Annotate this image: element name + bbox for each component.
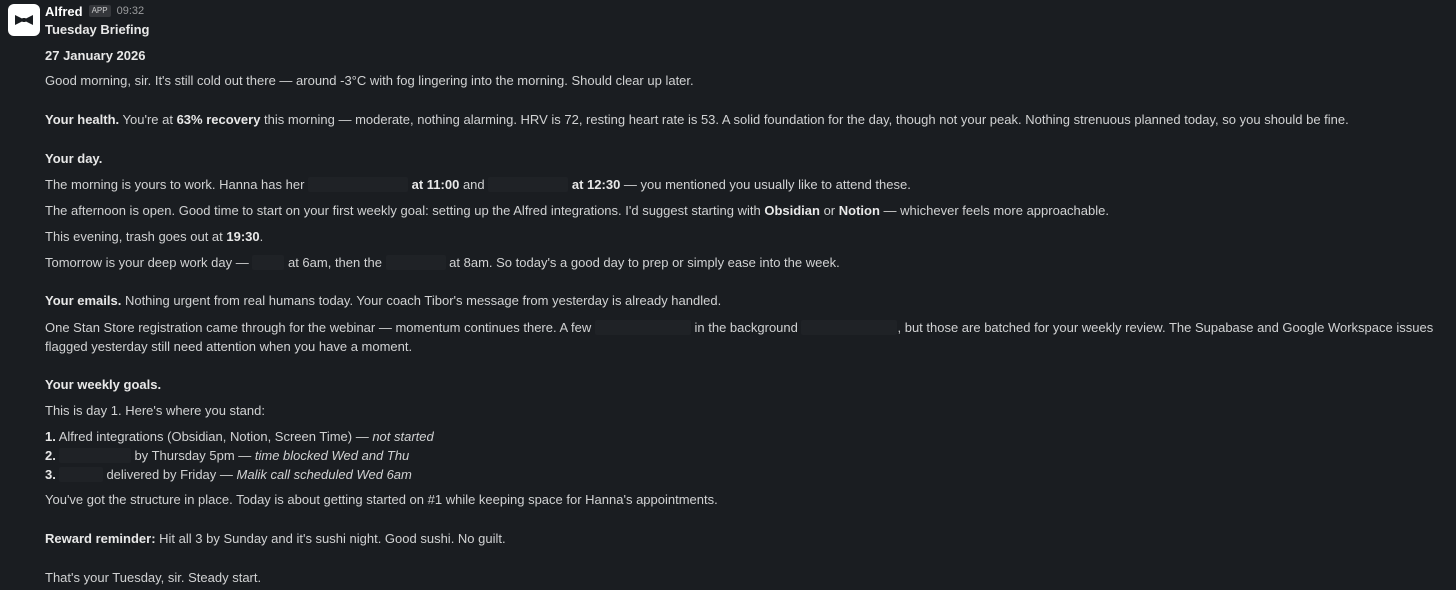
emails-text: in the background [690,320,802,335]
trash-time: 19:30 [226,229,260,244]
emails-text: Nothing urgent from real humans today. Y… [121,293,722,308]
day-text: The afternoon is open. Good time to star… [45,203,765,218]
emails-line-1: Your emails. Nothing urgent from real hu… [45,292,721,310]
notion-highlight: Notion [838,203,880,218]
app-avatar[interactable] [8,4,40,36]
day-line-2: The afternoon is open. Good time to star… [45,202,1109,220]
goal-number: 3. [45,467,56,482]
goal-number: 2. [45,448,56,463]
appointment-time-1: at 11:00 [408,177,460,192]
sender-name[interactable]: Alfred [45,4,83,19]
health-label: Your health. [45,112,120,127]
day-text: — whichever feels more approachable. [879,203,1109,218]
goal-text: by Thursday 5pm — [130,448,255,463]
day-text: and [459,177,489,192]
day-line-1: The morning is yours to work. Hanna has … [45,176,911,194]
bowtie-icon [15,15,33,25]
day-text: — you mentioned you usually like to atte… [620,177,911,192]
timestamp[interactable]: 09:32 [117,5,145,17]
goal-item-3: 3. delivered by Friday — Malik call sche… [45,466,412,484]
redacted-block [385,255,446,270]
redacted-block [58,467,103,482]
goal-text: delivered by Friday — [102,467,237,482]
redacted-block [594,320,691,335]
goals-summary: You've got the structure in place. Today… [45,492,718,507]
goal-item-1: 1. Alfred integrations (Obsidian, Notion… [45,428,434,446]
appointment-time-2: at 12:30 [568,177,621,192]
goal-status: not started [372,429,434,444]
obsidian-highlight: Obsidian [764,203,820,218]
health-text-rest: this morning — moderate, nothing alarmin… [260,112,1349,127]
day-text: at 8am. So today's a good day to prep or… [445,255,840,270]
reward-text: Hit all 3 by Sunday and it's sushi night… [155,531,506,546]
greeting: Good morning, sir. It's still cold out t… [45,73,694,88]
goals-intro: This is day 1. Here's where you stand: [45,403,265,418]
goal-number: 1. [45,429,56,444]
message-title: Tuesday Briefing [45,22,150,37]
briefing-date: 27 January 2026 [45,48,146,63]
recovery-value: 63% recovery [176,112,261,127]
emails-label: Your emails. [45,293,122,308]
goal-status: time blocked Wed and Thu [254,448,410,463]
redacted-block [252,255,285,270]
emails-line-2: One Stan Store registration came through… [45,318,1450,356]
goal-item-2: 2. by Thursday 5pm — time blocked Wed an… [45,447,409,465]
day-text: . [259,229,264,244]
emails-text: One Stan Store registration came through… [45,320,595,335]
day-text: Tomorrow is your deep work day — [45,255,253,270]
app-badge: APP [88,5,111,17]
health-paragraph: Your health. You're at 63% recovery this… [45,111,1349,129]
goal-status: Malik call scheduled Wed 6am [236,467,412,482]
message-header: Alfred APP 09:32 [45,2,144,20]
goals-label: Your weekly goals. [45,377,162,392]
day-line-4: Tomorrow is your deep work day — at 6am,… [45,254,840,272]
day-text: The morning is yours to work. Hanna has … [45,177,309,192]
day-line-3: This evening, trash goes out at 19:30. [45,228,263,246]
day-label: Your day. [45,151,103,166]
closing-line: That's your Tuesday, sir. Steady start. [45,570,262,585]
health-text: You're at [119,112,177,127]
message: Alfred APP 09:32 Tuesday Briefing 27 Jan… [0,0,1456,590]
reward-reminder: Reward reminder: Hit all 3 by Sunday and… [45,530,506,548]
redacted-block [58,448,131,463]
day-text: This evening, trash goes out at [45,229,227,244]
redacted-block [308,177,409,192]
redacted-block [488,177,569,192]
day-text: at 6am, then the [284,255,386,270]
goal-text: Alfred integrations (Obsidian, Notion, S… [55,429,373,444]
day-text: or [819,203,839,218]
redacted-block [801,320,898,335]
reward-label: Reward reminder: [45,531,156,546]
